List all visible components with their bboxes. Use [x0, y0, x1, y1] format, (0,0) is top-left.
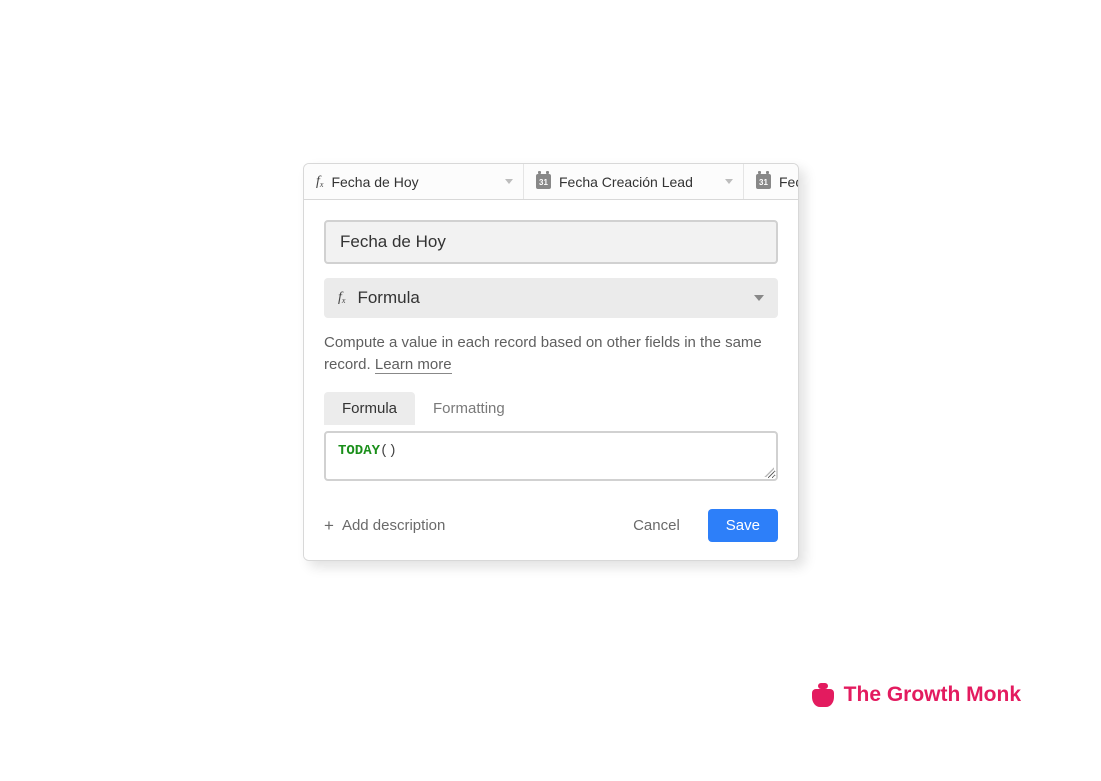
field-name-input[interactable]: [324, 220, 778, 264]
brand-name: The Growth Monk: [844, 683, 1021, 707]
field-type-label: Formula: [357, 288, 742, 308]
brand-logo-icon: [812, 683, 834, 707]
chevron-down-icon: [505, 179, 513, 184]
formula-function-name: TODAY: [338, 443, 380, 459]
column-header-label: Fec: [779, 174, 799, 190]
field-config-popover: f Formula Compute a value in each record…: [304, 200, 798, 560]
config-tabs: Formula Formatting: [324, 392, 778, 425]
chevron-down-icon: [754, 295, 764, 301]
resize-handle-icon[interactable]: [764, 467, 774, 477]
formula-icon: f: [338, 290, 345, 306]
add-description-label: Add description: [342, 517, 445, 534]
column-header-partial[interactable]: 31 Fec: [744, 164, 799, 199]
column-header-label: Fecha de Hoy: [331, 174, 497, 190]
column-headers: f Fecha de Hoy 31 Fecha Creación Lead 31…: [304, 164, 798, 200]
popover-footer: + Add description Cancel Save: [324, 509, 778, 542]
plus-icon: +: [324, 517, 334, 534]
column-header-fecha-creacion-lead[interactable]: 31 Fecha Creación Lead: [524, 164, 744, 199]
field-type-help-text: Compute a value in each record based on …: [324, 332, 778, 376]
formula-icon: f: [316, 174, 323, 190]
tab-formula[interactable]: Formula: [324, 392, 415, 425]
cancel-button[interactable]: Cancel: [615, 509, 698, 542]
calendar-icon: 31: [756, 174, 771, 189]
brand-watermark: The Growth Monk: [812, 683, 1021, 707]
learn-more-link[interactable]: Learn more: [375, 356, 452, 374]
column-header-label: Fecha Creación Lead: [559, 174, 717, 190]
add-description-button[interactable]: + Add description: [324, 517, 615, 534]
calendar-icon: 31: [536, 174, 551, 189]
formula-editor[interactable]: TODAY(): [324, 431, 778, 481]
save-button[interactable]: Save: [708, 509, 778, 542]
field-config-window: f Fecha de Hoy 31 Fecha Creación Lead 31…: [303, 163, 799, 561]
tab-formatting[interactable]: Formatting: [415, 392, 523, 425]
formula-arguments: (): [380, 443, 397, 459]
field-type-select[interactable]: f Formula: [324, 278, 778, 318]
chevron-down-icon: [725, 179, 733, 184]
column-header-fecha-de-hoy[interactable]: f Fecha de Hoy: [304, 164, 524, 199]
